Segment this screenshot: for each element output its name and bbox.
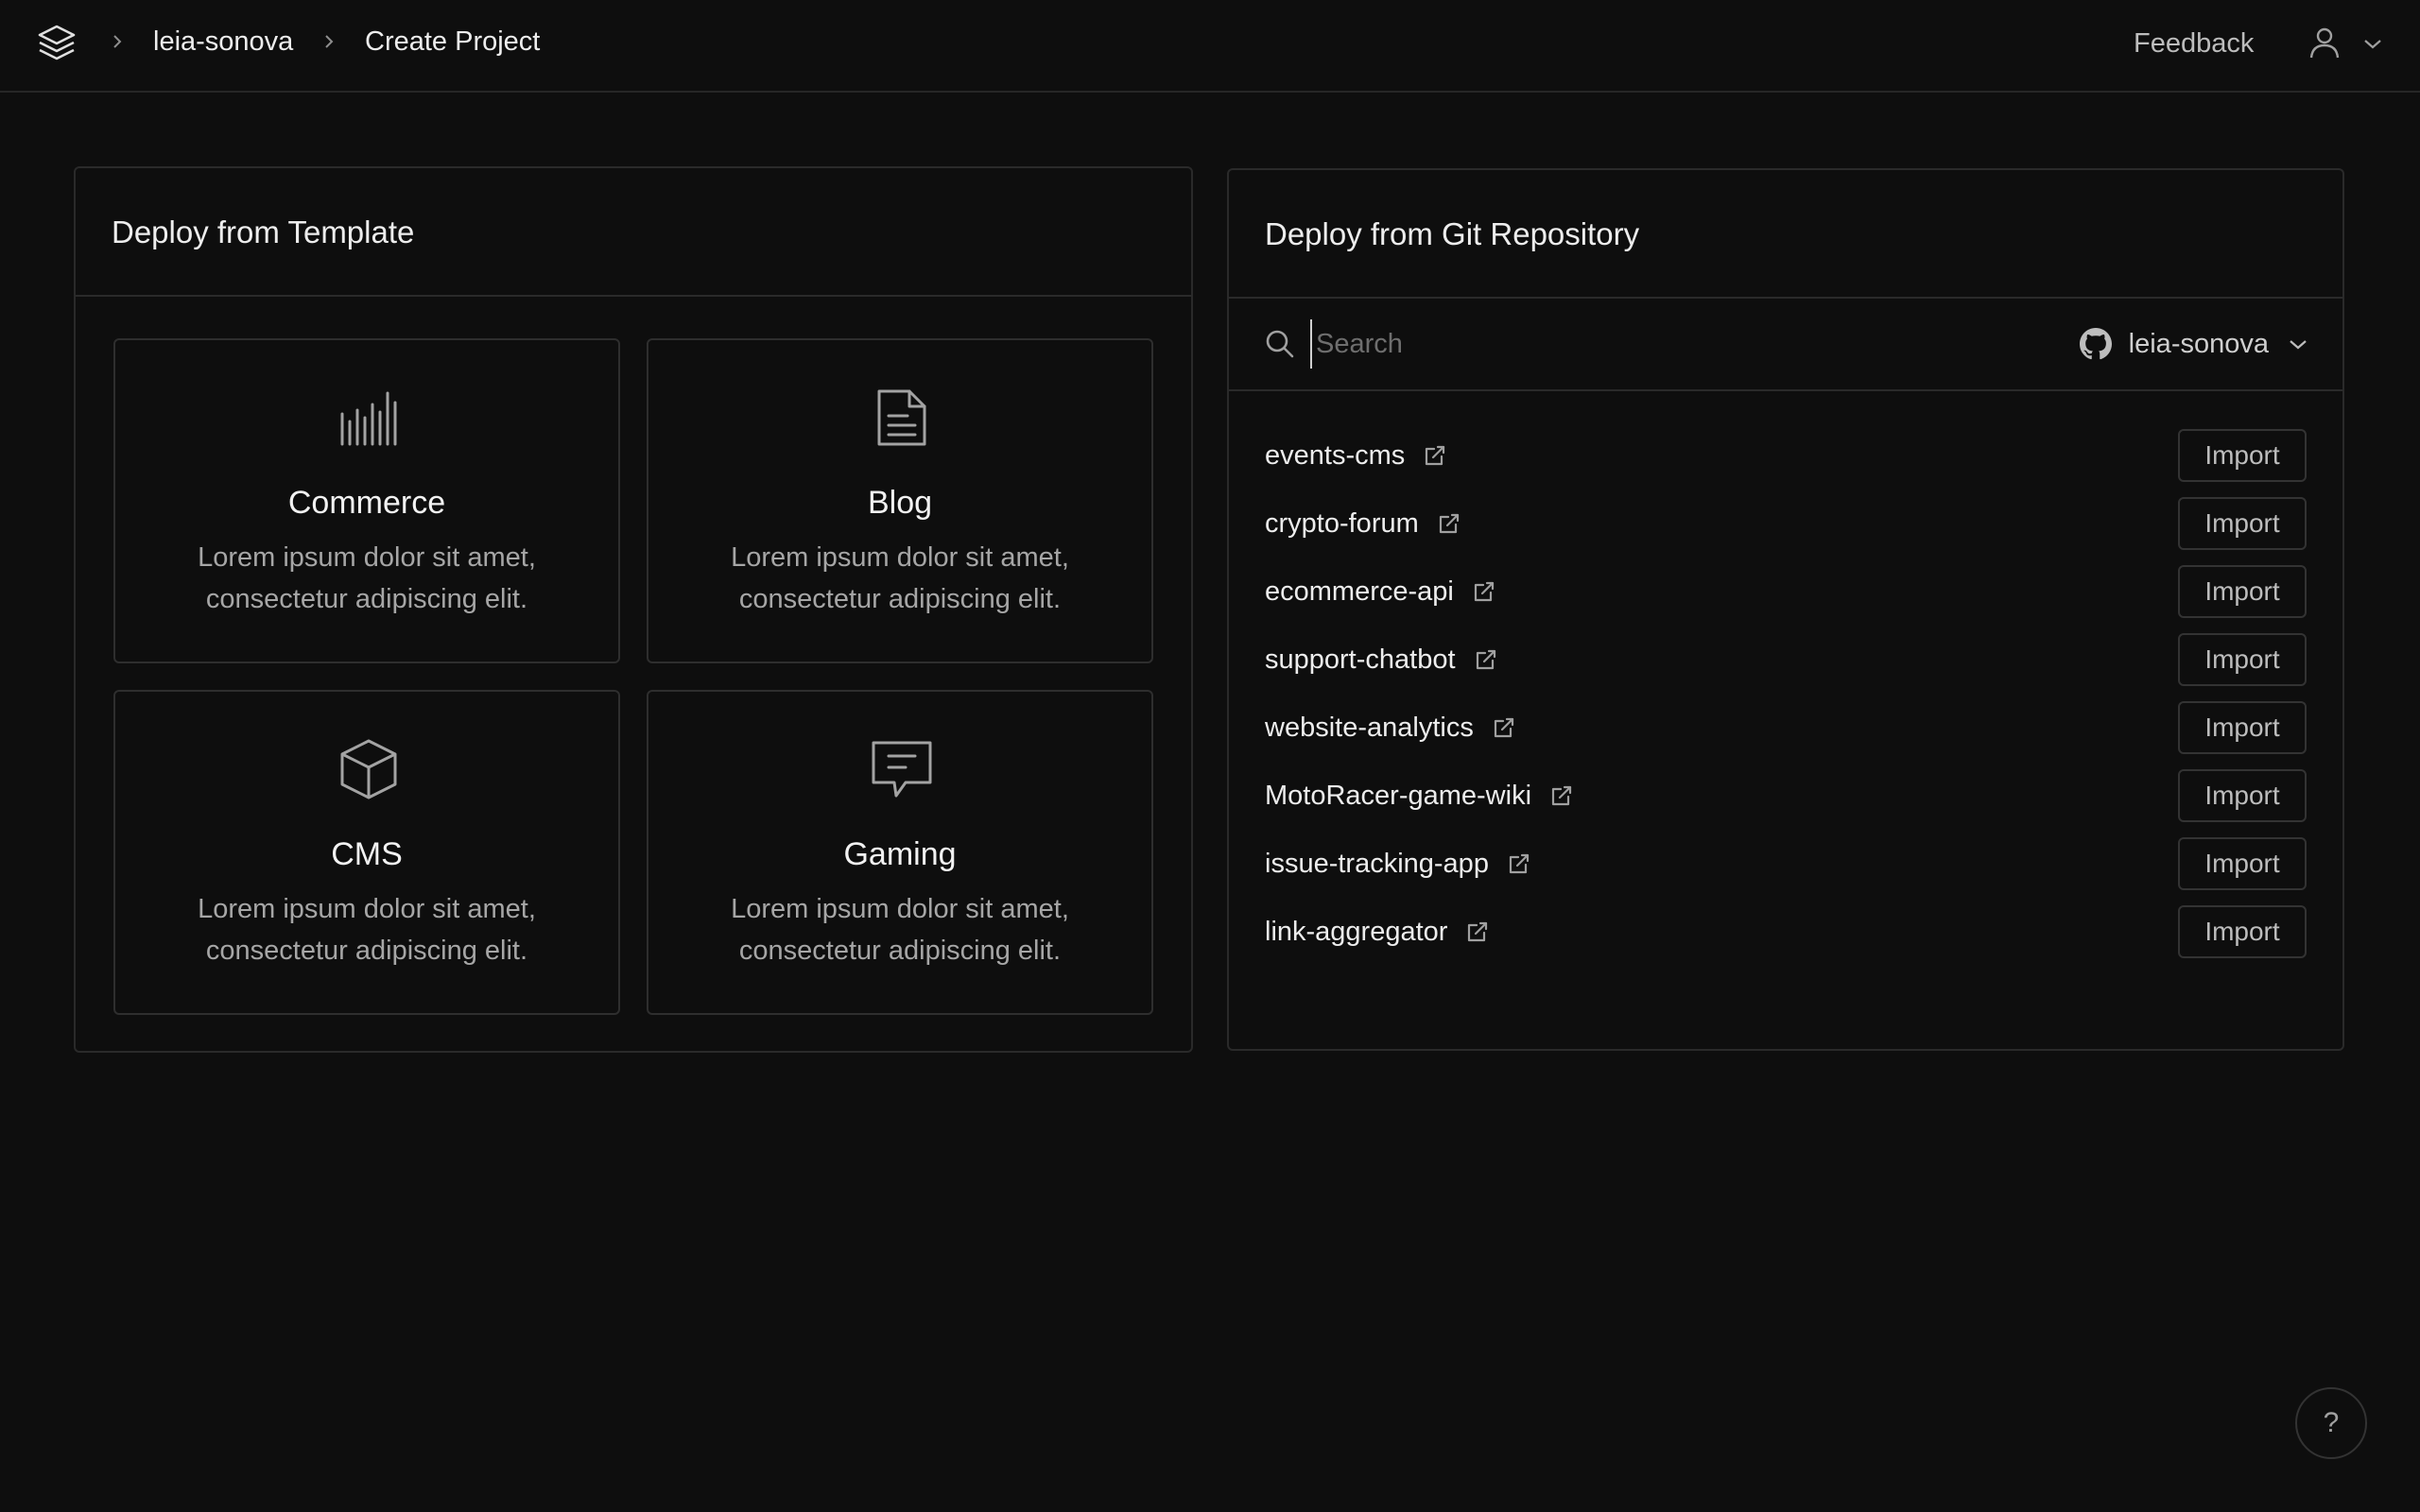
chat-bubble-icon — [872, 741, 932, 798]
repo-search-bar: leia-sonova — [1229, 299, 2342, 389]
repo-name: events-cms — [1265, 440, 1406, 471]
import-button[interactable]: Import — [2178, 633, 2307, 686]
repo-name: support-chatbot — [1265, 644, 1456, 675]
search-icon — [1266, 330, 1294, 358]
repo-name-link[interactable]: crypto-forum — [1265, 507, 1461, 541]
external-link-icon[interactable] — [1493, 716, 1515, 739]
git-panel: Deploy from Git Repository leia-sonova e… — [1227, 168, 2344, 1051]
template-panel-title: Deploy from Template — [112, 215, 415, 249]
import-button[interactable]: Import — [2178, 429, 2307, 482]
repo-row: MotoRacer-game-wiki Import — [1265, 769, 2307, 824]
repo-name: crypto-forum — [1265, 508, 1419, 539]
repo-name-link[interactable]: website-analytics — [1265, 711, 1515, 745]
user-icon[interactable] — [2307, 25, 2342, 60]
git-account-label: leia-sonova — [2128, 328, 2269, 359]
card-title: Gaming — [843, 836, 957, 872]
external-link-icon[interactable] — [1424, 444, 1446, 467]
help-button[interactable]: ? — [2295, 1387, 2367, 1459]
repo-row: link-aggregator Import — [1265, 905, 2307, 960]
repo-row: website-analytics Import — [1265, 701, 2307, 756]
import-button[interactable]: Import — [2178, 497, 2307, 550]
chevron-right-icon — [325, 35, 334, 48]
import-button[interactable]: Import — [2178, 769, 2307, 822]
template-card-blog[interactable]: Blog Lorem ipsum dolor sit amet, consect… — [647, 338, 1153, 663]
repo-name: issue-tracking-app — [1265, 849, 1489, 879]
card-title: Blog — [867, 485, 933, 521]
repo-row: issue-tracking-app Import — [1265, 837, 2307, 892]
document-icon — [877, 389, 926, 446]
divider — [76, 295, 1191, 297]
import-button[interactable]: Import — [2178, 565, 2307, 618]
card-description: Lorem ipsum dolor sit amet, consectetur … — [198, 542, 536, 614]
template-card-commerce[interactable]: Commerce Lorem ipsum dolor sit amet, con… — [113, 338, 620, 663]
import-button[interactable]: Import — [2178, 701, 2307, 754]
repo-name-link[interactable]: link-aggregator — [1265, 915, 1489, 949]
chevron-down-icon[interactable] — [2361, 34, 2384, 53]
external-link-icon[interactable] — [1473, 580, 1495, 603]
card-title: CMS — [331, 836, 403, 872]
card-description: Lorem ipsum dolor sit amet, consectetur … — [198, 894, 536, 966]
external-link-icon[interactable] — [1475, 648, 1497, 671]
external-link-icon[interactable] — [1550, 784, 1573, 807]
top-navigation-bar: leia-sonova Create Project Feedback — [0, 0, 2420, 93]
git-panel-title: Deploy from Git Repository — [1265, 216, 1640, 251]
external-link-icon[interactable] — [1508, 852, 1530, 875]
repo-name: website-analytics — [1265, 713, 1474, 743]
repo-name: MotoRacer-game-wiki — [1265, 781, 1532, 811]
card-description: Lorem ipsum dolor sit amet, consectetur … — [731, 894, 1069, 966]
template-panel: Deploy from Template Commerce Lorem ipsu… — [74, 166, 1193, 1053]
repo-row: events-cms Import — [1265, 429, 2307, 484]
divider — [1229, 389, 2342, 391]
repo-row: support-chatbot Import — [1265, 633, 2307, 688]
feedback-button[interactable]: Feedback — [2134, 26, 2254, 60]
repo-row: ecommerce-api Import — [1265, 565, 2307, 620]
import-button[interactable]: Import — [2178, 837, 2307, 890]
layers-logo-icon[interactable] — [34, 21, 79, 66]
card-title: Commerce — [287, 485, 446, 521]
repo-name: link-aggregator — [1265, 917, 1448, 947]
repo-name-link[interactable]: events-cms — [1265, 438, 1446, 472]
repo-name-link[interactable]: issue-tracking-app — [1265, 847, 1530, 881]
bar-chart-icon — [340, 391, 397, 446]
breadcrumb-team[interactable]: leia-sonova — [153, 25, 293, 59]
external-link-icon[interactable] — [1466, 920, 1489, 943]
box-icon — [340, 739, 397, 799]
chevron-down-icon — [2290, 340, 2307, 350]
chevron-right-icon — [113, 35, 122, 48]
repo-name-link[interactable]: MotoRacer-game-wiki — [1265, 779, 1573, 813]
repo-name-link[interactable]: support-chatbot — [1265, 643, 1497, 677]
github-icon — [2079, 328, 2112, 360]
import-button[interactable]: Import — [2178, 905, 2307, 958]
card-description: Lorem ipsum dolor sit amet, consectetur … — [731, 542, 1069, 614]
git-account-select[interactable]: leia-sonova — [2079, 323, 2308, 365]
template-card-cms[interactable]: CMS Lorem ipsum dolor sit amet, consecte… — [113, 690, 620, 1015]
breadcrumb-current-page: Create Project — [365, 26, 541, 57]
repo-name-link[interactable]: ecommerce-api — [1265, 575, 1495, 609]
external-link-icon[interactable] — [1438, 512, 1461, 535]
repo-name: ecommerce-api — [1265, 576, 1454, 607]
template-card-gaming[interactable]: Gaming Lorem ipsum dolor sit amet, conse… — [647, 690, 1153, 1015]
repo-search-input[interactable] — [1310, 319, 1972, 369]
repo-row: crypto-forum Import — [1265, 497, 2307, 552]
